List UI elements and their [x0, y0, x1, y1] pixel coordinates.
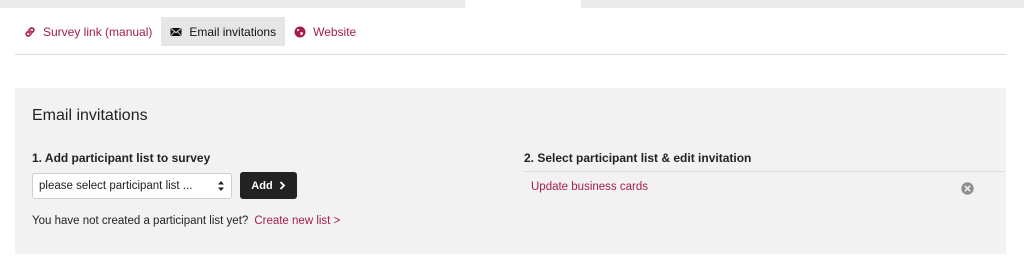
- select-updown-icon: [214, 180, 228, 192]
- participant-list-select-value: please select participant list ...: [39, 180, 193, 192]
- step1-heading: 1. Add participant list to survey: [32, 151, 211, 165]
- top-strip-left: [0, 0, 465, 8]
- email-invitations-panel: Email invitations 1. Add participant lis…: [15, 88, 1006, 254]
- top-strip-right: [581, 0, 1024, 8]
- tab-website-label: Website: [313, 24, 357, 39]
- remove-circle-icon[interactable]: [961, 182, 974, 195]
- participant-list-item[interactable]: Update business cards: [531, 181, 648, 193]
- tab-email-invitations-label: Email invitations: [189, 24, 277, 39]
- tabs-divider: [15, 54, 1006, 55]
- panel-title: Email invitations: [32, 107, 148, 124]
- no-list-note-text: You have not created a participant list …: [32, 215, 249, 227]
- tab-website[interactable]: Website: [285, 17, 365, 46]
- add-button[interactable]: Add: [240, 172, 297, 199]
- step2-divider: [524, 171, 1004, 172]
- create-new-list-link[interactable]: Create new list >: [254, 215, 340, 227]
- globe-icon: [294, 26, 306, 38]
- no-list-note: You have not created a participant list …: [32, 215, 340, 227]
- participant-list-select[interactable]: please select participant list ...: [32, 173, 232, 199]
- invitation-tabs: Survey link (manual) Email invitations W…: [15, 17, 365, 46]
- envelope-icon: [170, 26, 182, 38]
- tab-survey-link[interactable]: Survey link (manual): [15, 17, 161, 46]
- link-icon: [24, 26, 36, 38]
- add-button-label: Add: [251, 179, 273, 192]
- tab-survey-link-label: Survey link (manual): [43, 24, 153, 39]
- chevron-right-icon: [279, 181, 286, 190]
- step2-heading: 2. Select participant list & edit invita…: [524, 151, 752, 165]
- tab-email-invitations[interactable]: Email invitations: [161, 17, 286, 46]
